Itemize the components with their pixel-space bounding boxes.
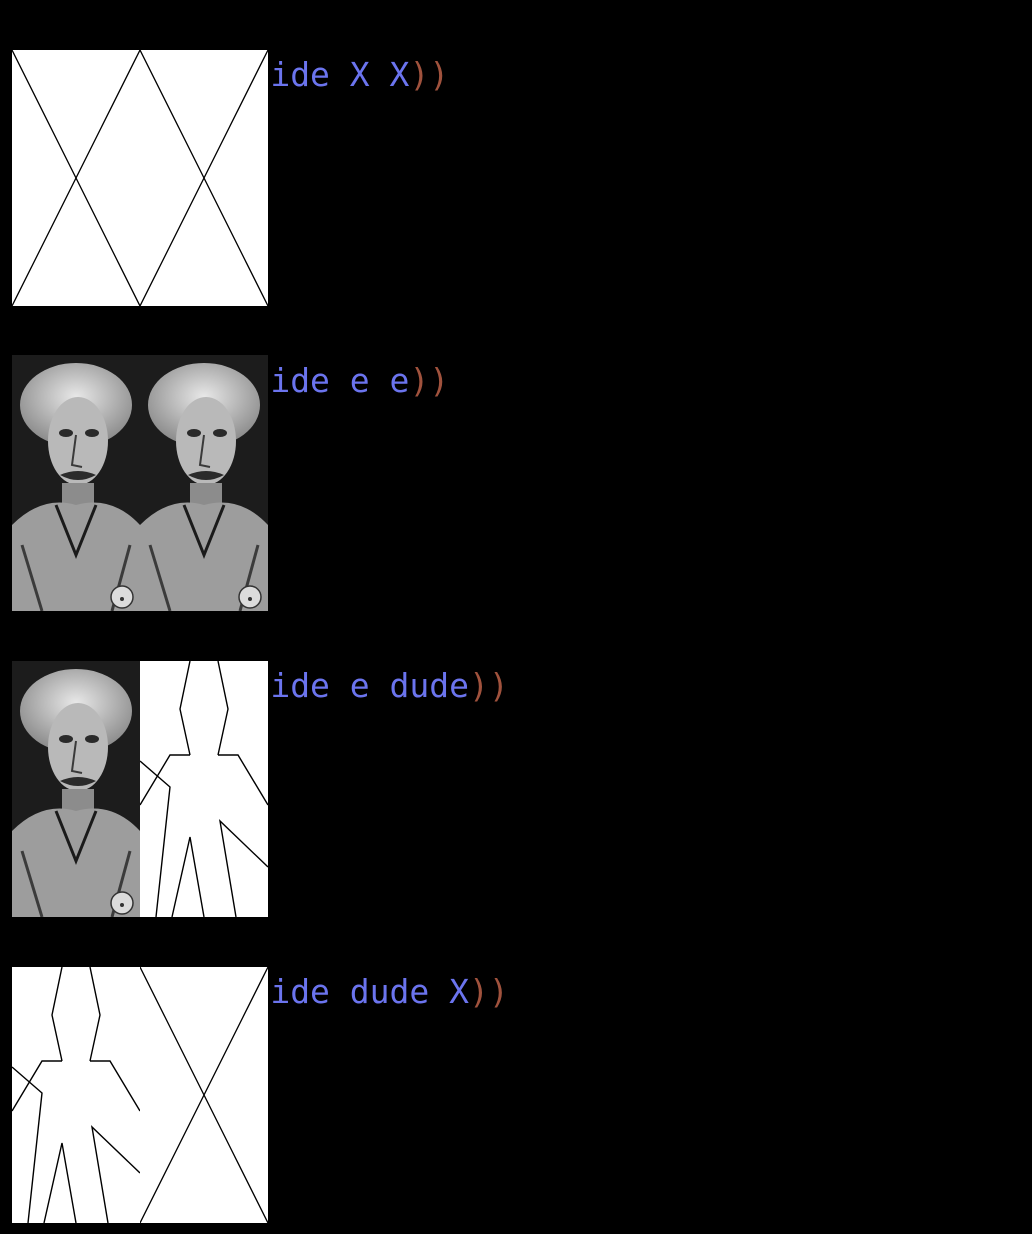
x-picture bbox=[140, 967, 268, 1223]
dude-picture bbox=[140, 661, 268, 917]
arg-2: dude bbox=[369, 666, 470, 705]
painted-output-2 bbox=[12, 355, 268, 611]
close-parens: )) bbox=[409, 361, 450, 400]
einstein-picture bbox=[12, 661, 140, 917]
repl-line-3: > (paint (beside e dude)) bbox=[12, 617, 509, 705]
repl-line-1: > (paint (beside X X)) bbox=[12, 6, 449, 94]
close-parens: )) bbox=[409, 55, 450, 94]
arg-1: e bbox=[329, 361, 370, 400]
arg-1: X bbox=[329, 55, 370, 94]
painted-output-4 bbox=[12, 967, 268, 1223]
arg-1: dude bbox=[329, 972, 430, 1011]
repl-line-4: > (paint (beside dude X)) bbox=[12, 923, 509, 1011]
x-picture bbox=[12, 50, 140, 306]
dude-picture bbox=[12, 967, 140, 1223]
painted-output-1 bbox=[12, 50, 268, 306]
close-parens: )) bbox=[469, 972, 509, 1011]
arg-2: X bbox=[429, 972, 470, 1011]
repl-line-2: > (paint (beside e e)) bbox=[12, 312, 449, 400]
close-parens: )) bbox=[469, 666, 509, 705]
arg-2: X bbox=[369, 55, 410, 94]
einstein-picture bbox=[140, 355, 268, 611]
x-picture bbox=[140, 50, 268, 306]
arg-2: e bbox=[369, 361, 410, 400]
einstein-picture bbox=[12, 355, 140, 611]
arg-1: e bbox=[329, 666, 370, 705]
painted-output-3 bbox=[12, 661, 268, 917]
